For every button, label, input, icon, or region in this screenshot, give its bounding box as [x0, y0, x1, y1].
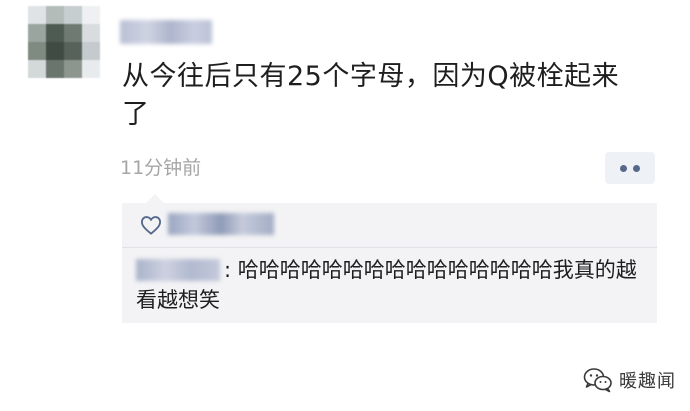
more-dots-icon	[620, 164, 627, 172]
post-text: 从今往后只有25个字母，因为Q被栓起来 了	[122, 58, 662, 134]
more-actions-button[interactable]	[605, 152, 655, 184]
comment-separator: :	[224, 258, 232, 282]
avatar[interactable]	[28, 6, 100, 78]
comment-item[interactable]: : 哈哈哈哈哈哈哈哈哈哈哈哈哈哈哈我真的越看越想笑	[136, 255, 651, 315]
like-row	[122, 203, 657, 248]
wechat-icon	[583, 368, 612, 393]
watermark-label: 暖趣闻	[619, 371, 676, 392]
more-dots-icon	[633, 164, 640, 172]
heart-icon	[140, 216, 162, 235]
watermark: 暖趣闻	[583, 367, 676, 393]
blurred-author-name[interactable]	[120, 20, 212, 44]
post-text-line-2: 了	[122, 99, 150, 130]
interaction-panel: : 哈哈哈哈哈哈哈哈哈哈哈哈哈哈哈我真的越看越想笑	[122, 194, 657, 323]
blurred-liker-names[interactable]	[168, 213, 274, 235]
post-timestamp: 11分钟前	[120, 157, 202, 179]
comment-text: 哈哈哈哈哈哈哈哈哈哈哈哈哈哈哈我真的越看越想笑	[136, 258, 637, 312]
panel-pointer	[146, 194, 164, 203]
moment-post: 从今往后只有25个字母，因为Q被栓起来 了 11分钟前 : 哈哈哈哈哈哈哈哈哈哈…	[0, 0, 690, 411]
post-text-line-1: 从今往后只有25个字母，因为Q被栓起来	[122, 61, 620, 92]
